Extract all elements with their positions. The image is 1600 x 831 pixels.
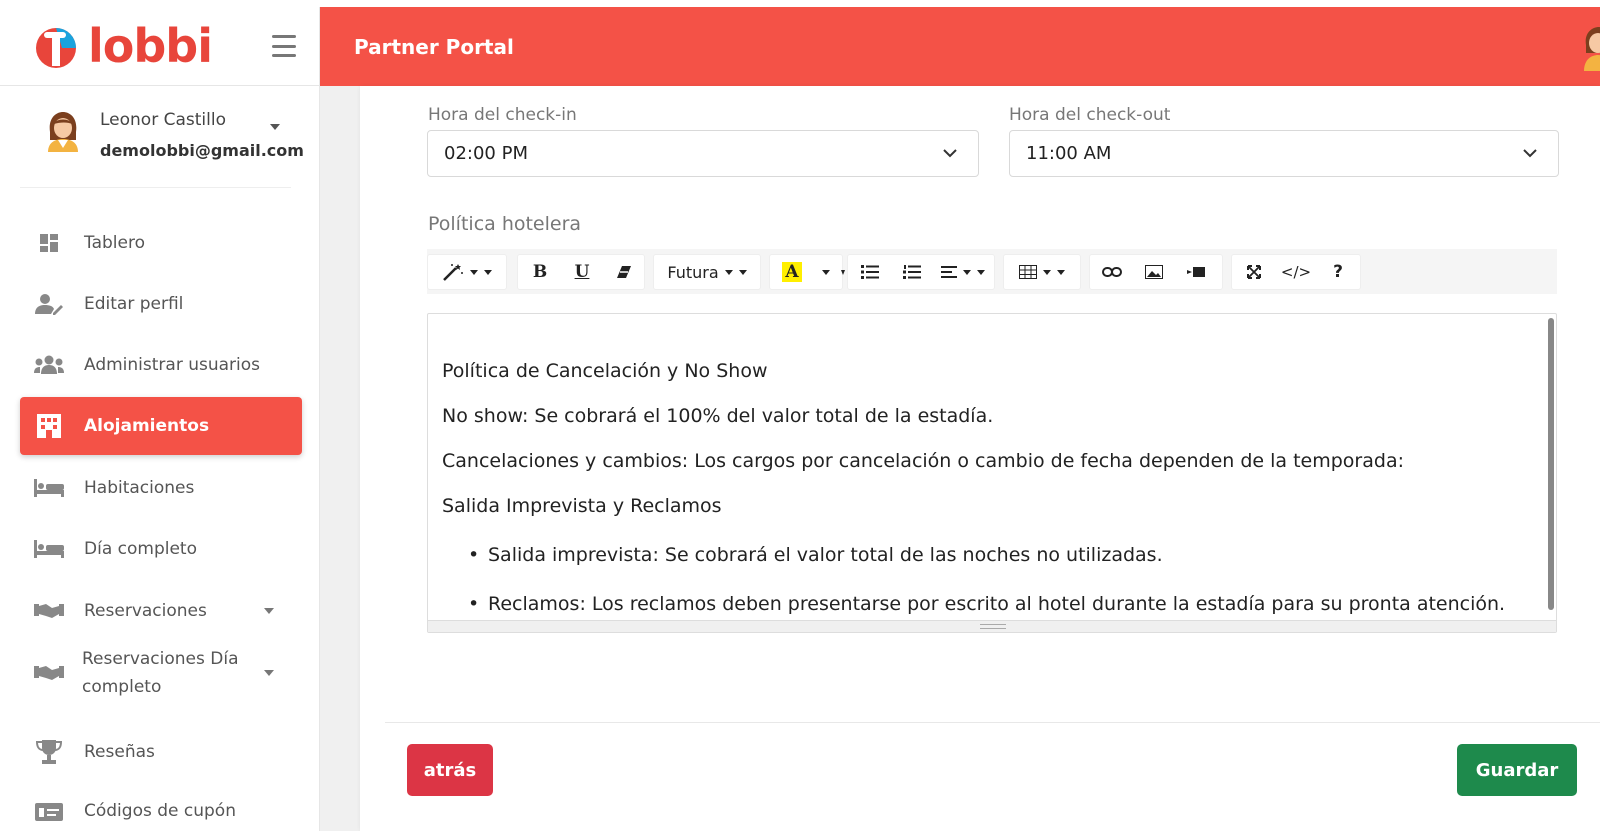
coupon-icon <box>34 799 64 823</box>
bullet-list-icon <box>861 265 879 279</box>
sidebar-item-label: Habitaciones <box>84 478 195 498</box>
sidebar-item-label: Reservaciones <box>84 601 207 621</box>
editor-line: Política de Cancelación y No Show <box>442 360 768 382</box>
editor-toolbar: B U Futura A </> ? <box>427 249 1557 294</box>
insert-image-button[interactable] <box>1133 254 1175 290</box>
brand: lobbi <box>0 7 319 86</box>
sidebar-item-label: Administrar usuarios <box>84 355 261 375</box>
fullscreen-button[interactable] <box>1233 254 1275 290</box>
checkout-value: 11:00 AM <box>1026 143 1112 164</box>
sidebar-item-label: Día completo <box>84 539 197 559</box>
footer-divider <box>385 722 1600 723</box>
clear-format-button[interactable] <box>603 254 645 290</box>
top-header: Partner Portal <box>320 7 1600 86</box>
policy-label: Política hotelera <box>428 213 582 235</box>
link-icon <box>1102 267 1122 277</box>
checkin-select[interactable]: 02:00 PM <box>427 130 979 177</box>
sidebar-item-label: Alojamientos <box>84 416 210 436</box>
user-panel[interactable]: Leonor Castillo demolobbi@gmail.com <box>20 86 304 188</box>
user-edit-icon <box>34 292 64 316</box>
numbered-list-icon <box>903 265 921 279</box>
image-icon <box>1145 265 1163 279</box>
hamburger-menu-icon[interactable] <box>272 35 296 57</box>
sidebar-item-dia-completo[interactable]: Día completo <box>20 520 302 578</box>
user-email: demolobbi@gmail.com <box>100 141 304 160</box>
editor-line: Cancelaciones y cambios: Los cargos por … <box>442 450 1404 472</box>
handshake-icon <box>34 661 64 685</box>
trophy-icon <box>34 740 64 764</box>
user-caret-icon[interactable] <box>270 124 280 130</box>
bed-icon <box>34 476 64 500</box>
help-button[interactable]: ? <box>1317 254 1359 290</box>
sidebar-item-editar-perfil[interactable]: Editar perfil <box>20 275 302 333</box>
color-a-icon: A <box>782 262 802 282</box>
video-icon <box>1187 267 1205 277</box>
sidebar-item-label: Reservaciones Día completo <box>82 649 239 697</box>
code-view-button[interactable]: </> <box>1275 254 1317 290</box>
header-avatar[interactable] <box>1582 25 1600 71</box>
handshake-icon <box>34 599 64 623</box>
table-icon <box>1019 265 1037 279</box>
sidebar-item-reservaciones-dia-completo[interactable]: Reservaciones Día completo <box>20 637 302 709</box>
checkin-value: 02:00 PM <box>444 143 528 164</box>
sidebar-item-label: Reseñas <box>84 742 155 762</box>
editor-scrollbar[interactable] <box>1548 318 1554 610</box>
checkin-label: Hora del check-in <box>428 105 577 125</box>
editor-line: No show: Se cobrará el 100% del valor to… <box>442 405 994 427</box>
sidebar-item-alojamientos[interactable]: Alojamientos <box>20 397 302 455</box>
sidebar-item-codigos-de-cupon[interactable]: Códigos de cupón <box>20 782 302 831</box>
sidebar-item-reservaciones[interactable]: Reservaciones <box>20 582 302 640</box>
dashboard-icon <box>34 231 64 255</box>
chevron-down-icon <box>264 608 274 614</box>
expand-icon <box>1247 265 1261 279</box>
underline-button[interactable]: U <box>561 254 603 290</box>
sidebar: lobbi Leonor Castillo demolobbi@gmail.co… <box>0 7 320 831</box>
insert-video-button[interactable] <box>1175 254 1217 290</box>
sidebar-item-resenas[interactable]: Reseñas <box>20 723 302 781</box>
sidebar-item-administrar-usuarios[interactable]: Administrar usuarios <box>20 336 302 394</box>
list-item: Reclamos: Los reclamos deben presentarse… <box>468 593 1505 615</box>
page-title: Partner Portal <box>354 35 514 59</box>
paragraph-align-dropdown[interactable] <box>933 254 993 290</box>
unordered-list-button[interactable] <box>849 254 891 290</box>
table-dropdown[interactable] <box>1005 254 1079 290</box>
brand-name: lobbi <box>88 19 213 73</box>
sidebar-item-habitaciones[interactable]: Habitaciones <box>20 459 302 517</box>
checkout-label: Hora del check-out <box>1009 105 1171 125</box>
bold-button[interactable]: B <box>519 254 561 290</box>
chevron-down-icon <box>1523 149 1537 158</box>
user-name: Leonor Castillo <box>100 110 226 130</box>
align-left-icon <box>941 266 957 278</box>
sidebar-item-label: Editar perfil <box>84 294 184 314</box>
font-family-dropdown[interactable]: Futura <box>655 254 759 290</box>
users-icon <box>34 353 64 377</box>
chevron-down-icon <box>264 670 274 676</box>
building-icon <box>34 414 64 438</box>
checkout-select[interactable]: 11:00 AM <box>1009 130 1559 177</box>
lobbi-logo-icon <box>36 28 76 68</box>
editor-line: Salida Imprevista y Reclamos <box>442 495 722 517</box>
sidebar-item-label: Tablero <box>84 233 145 253</box>
list-item: Salida imprevista: Se cobrará el valor t… <box>468 544 1163 566</box>
magic-wand-icon <box>443 264 463 281</box>
avatar <box>48 112 78 152</box>
color-more-caret[interactable] <box>839 254 847 290</box>
editor-resize-handle[interactable] <box>428 620 1556 632</box>
eraser-icon <box>617 266 631 278</box>
bed-icon <box>34 537 64 561</box>
sidebar-item-tablero[interactable]: Tablero <box>20 214 302 272</box>
magic-wand-style-button[interactable] <box>435 254 499 290</box>
sidebar-item-label: Códigos de cupón <box>84 801 236 821</box>
top-strip <box>0 0 1600 7</box>
save-button[interactable]: Guardar <box>1457 744 1577 796</box>
rich-text-editor[interactable]: Política de Cancelación y No Show No sho… <box>427 313 1557 633</box>
text-color-button[interactable]: A <box>771 254 813 290</box>
color-dropdown-button[interactable] <box>813 254 839 290</box>
insert-link-button[interactable] <box>1091 254 1133 290</box>
chevron-down-icon <box>943 149 957 158</box>
ordered-list-button[interactable] <box>891 254 933 290</box>
back-button[interactable]: atrás <box>407 744 493 796</box>
